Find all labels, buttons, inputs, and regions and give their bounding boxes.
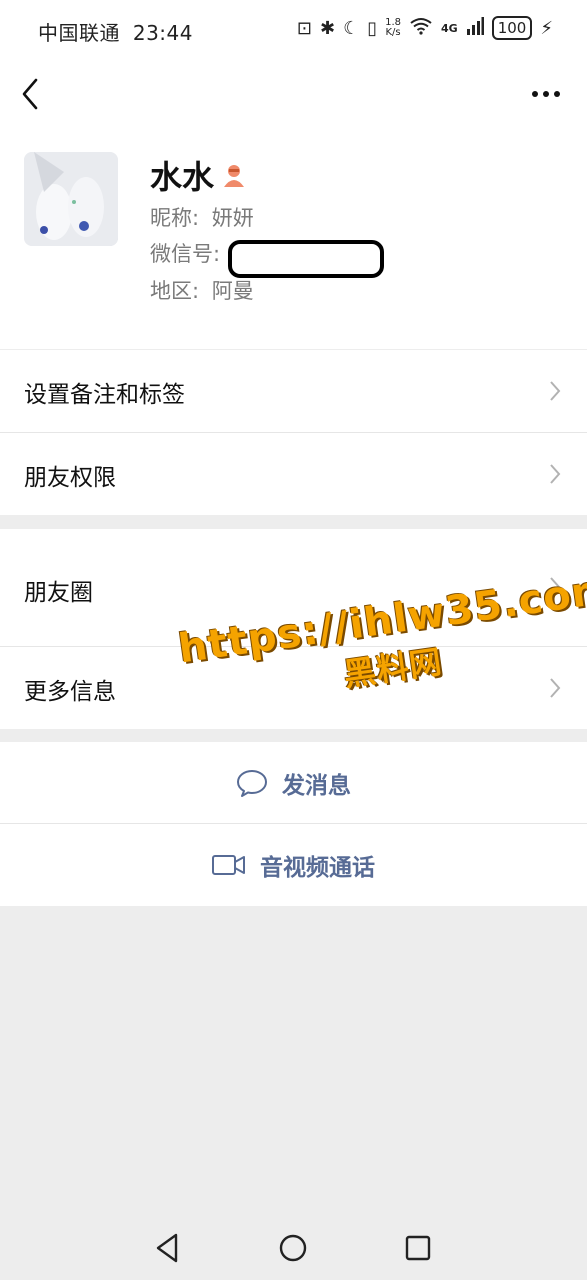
nav-home-icon[interactable] (275, 1230, 311, 1266)
wechat-id-label: 微信号: (150, 242, 221, 266)
vibrate-icon: ▯ (367, 17, 378, 39)
nickname-line: 昵称: 妍妍 (150, 202, 254, 232)
system-nav-bar (0, 1210, 587, 1280)
set-remark-label: 设置备注和标签 (24, 382, 185, 408)
back-button[interactable] (18, 74, 48, 114)
nickname-value: 妍妍 (211, 206, 254, 230)
network-type: 4G (441, 21, 458, 35)
net-speed: 1.8 K/s (385, 17, 402, 38)
wifi-icon (409, 17, 433, 40)
redacted-wechat-id (228, 240, 384, 278)
female-user-icon (224, 165, 245, 187)
video-call-label: 音视频通话 (260, 855, 375, 881)
nav-back-icon[interactable] (150, 1230, 186, 1266)
video-call-button[interactable]: 音视频通话 (0, 824, 587, 906)
nickname-label: 昵称: (150, 206, 200, 230)
top-nav-bar (0, 58, 587, 132)
clock: 23:44 (132, 21, 193, 45)
region-label: 地区: (150, 279, 200, 303)
region-value: 阿曼 (211, 279, 254, 303)
chevron-right-icon (550, 381, 561, 401)
moments-row[interactable]: 朋友圈 (0, 529, 587, 647)
chevron-right-icon (550, 577, 561, 597)
send-message-label: 发消息 (282, 773, 351, 799)
friend-permissions-row[interactable]: 朋友权限 (0, 433, 587, 515)
charging-icon: ⚡ (540, 17, 553, 39)
more-options-button[interactable] (531, 82, 561, 106)
bluetooth-icon: ✱ (319, 17, 336, 39)
send-message-button[interactable]: 发消息 (0, 742, 587, 824)
friend-permissions-label: 朋友权限 (24, 465, 116, 491)
status-bar: 中国联通 23:44 ⊡ ✱ ☾ ▯ 1.8 K/s 4G 100 ⚡ (0, 0, 587, 58)
nfc-icon: ⊡ (296, 17, 312, 39)
signal-icon (466, 16, 484, 40)
chevron-right-icon (550, 464, 561, 484)
avatar-image (24, 152, 118, 246)
ellipsis-icon (532, 91, 560, 97)
profile-card: 水水 昵称: 妍妍 微信号: 地区: 阿曼 (0, 132, 587, 349)
chevron-left-icon (22, 78, 38, 110)
avatar[interactable] (24, 152, 118, 246)
moments-label: 朋友圈 (24, 580, 93, 606)
moon-icon: ☾ (343, 17, 360, 39)
contact-name: 水水 (150, 158, 215, 196)
region-line: 地区: 阿曼 (150, 275, 254, 305)
settings-list: 设置备注和标签 朋友权限 (0, 350, 587, 515)
more-info-label: 更多信息 (24, 679, 116, 705)
wechat-id-line: 微信号: (150, 238, 220, 268)
chevron-right-icon (550, 678, 561, 698)
video-camera-icon (212, 855, 245, 875)
battery-indicator: 100 (491, 16, 533, 40)
carrier-name: 中国联通 (38, 21, 120, 45)
chat-bubble-icon (237, 770, 267, 797)
more-info-row[interactable]: 更多信息 (0, 647, 587, 729)
set-remark-row[interactable]: 设置备注和标签 (0, 350, 587, 433)
nav-recents-icon[interactable] (400, 1230, 436, 1266)
more-list: 朋友圈 更多信息 (0, 529, 587, 729)
